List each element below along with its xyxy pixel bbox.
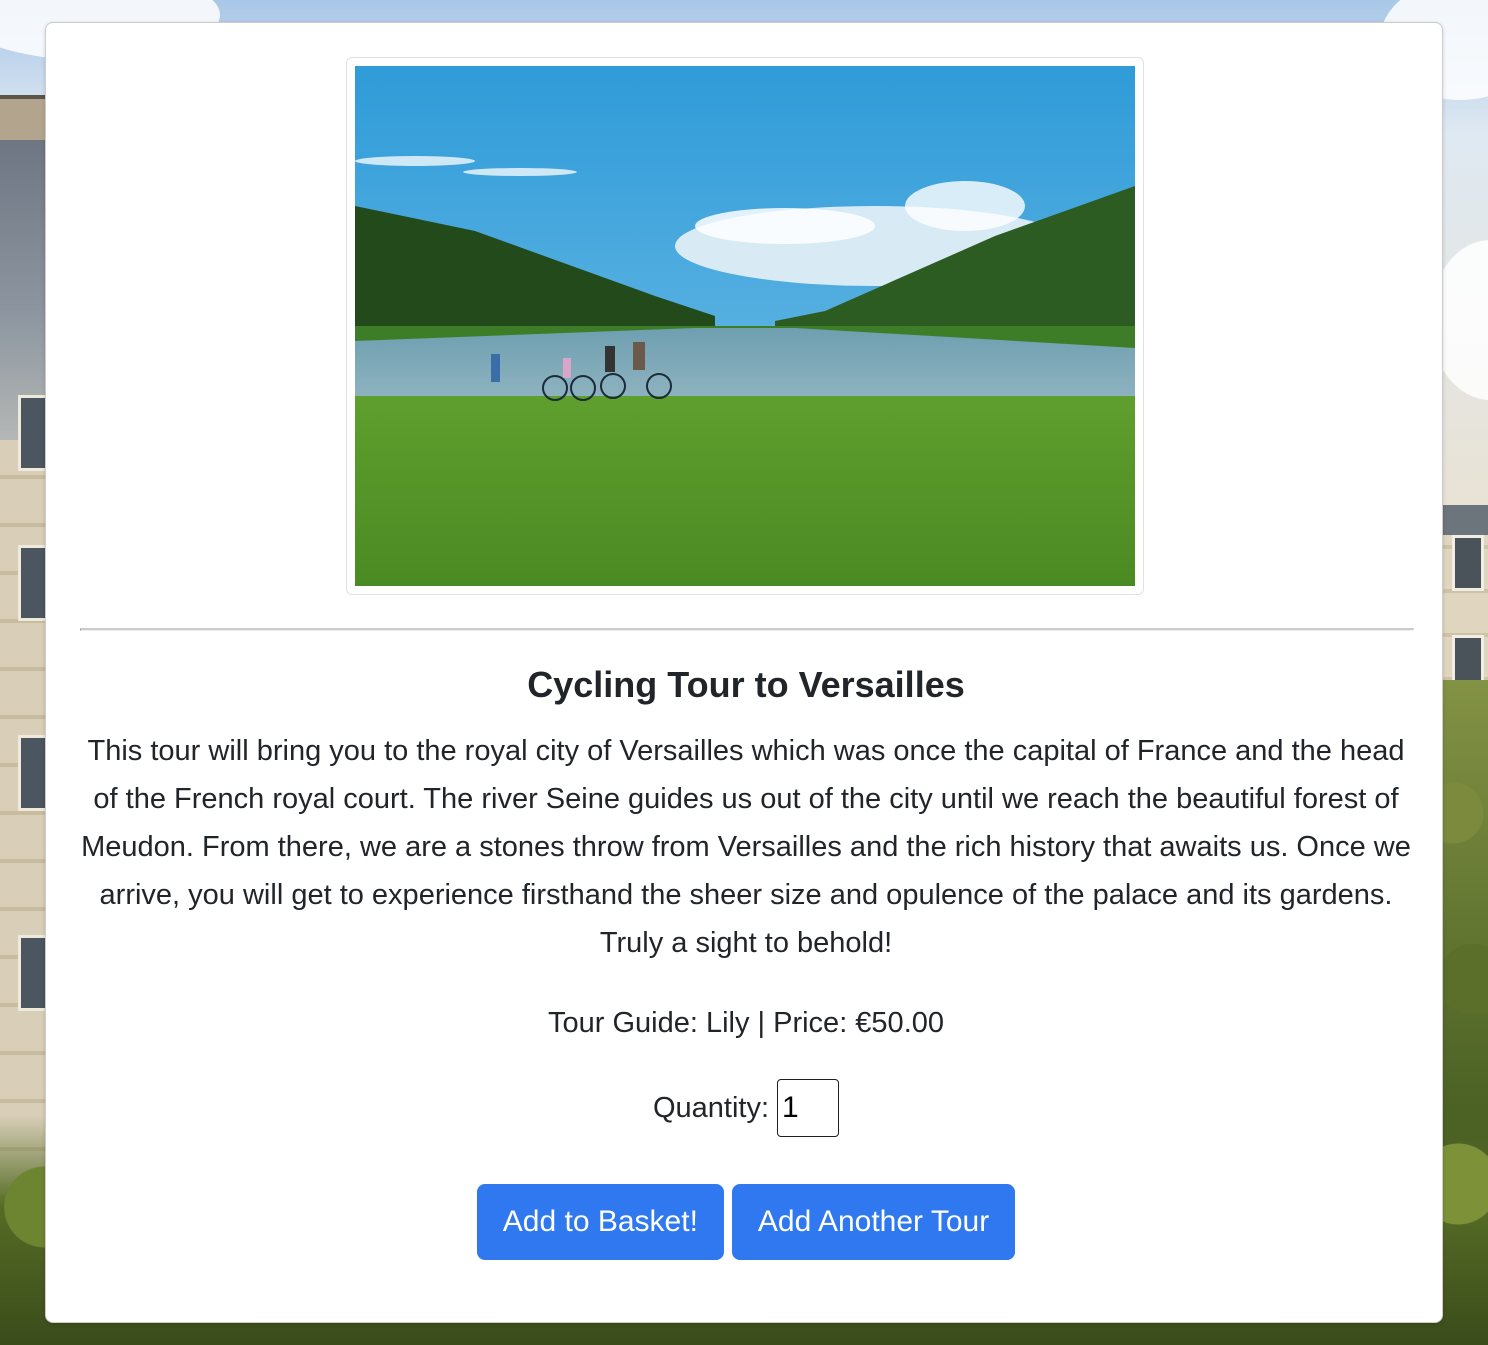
tour-photo xyxy=(355,66,1135,586)
quantity-row: Quantity: xyxy=(80,1078,1412,1138)
tour-description: This tour will bring you to the royal ci… xyxy=(81,735,1411,959)
tour-image-frame xyxy=(346,57,1144,595)
divider xyxy=(80,628,1414,631)
tour-title: Cycling Tour to Versailles xyxy=(527,664,965,705)
quantity-label: Quantity: xyxy=(652,1091,770,1124)
tour-guide-price: Tour Guide: Lily | Price: €50.00 xyxy=(547,1007,945,1039)
action-buttons: Add to Basket! Add Another Tour xyxy=(80,1184,1412,1260)
tour-card: Cycling Tour to Versailles This tour wil… xyxy=(45,22,1443,1323)
roof xyxy=(1438,505,1488,535)
quantity-input[interactable] xyxy=(777,1079,840,1137)
window xyxy=(1452,535,1484,591)
add-to-basket-button[interactable]: Add to Basket! xyxy=(476,1184,724,1260)
add-another-tour-button[interactable]: Add Another Tour xyxy=(731,1184,1016,1260)
